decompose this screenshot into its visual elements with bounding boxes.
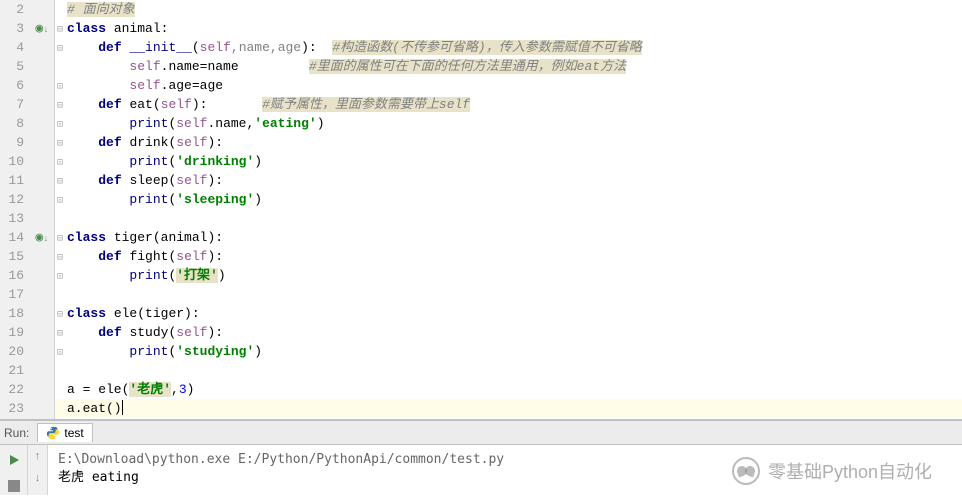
code-line[interactable]: ⊟class tiger(animal): <box>55 228 962 247</box>
code-line[interactable]: ⊟ def study(self): <box>55 323 962 342</box>
run-tab-label: test <box>64 426 83 440</box>
code-line[interactable]: ⊟class animal: <box>55 19 962 38</box>
code-line[interactable]: # 面向对象 <box>55 0 962 19</box>
code-line[interactable]: ⊟ def sleep(self): <box>55 171 962 190</box>
gutter-markers: ◉↓◉↓ <box>30 0 54 418</box>
console-command: E:\Download\python.exe E:/Python/PythonA… <box>58 451 952 469</box>
scroll-up-icon[interactable]: ↑ <box>34 451 41 465</box>
code-line[interactable]: self.name=name #里面的属性可在下面的任何方法里通用，例如eat方… <box>55 57 962 76</box>
console-output[interactable]: E:\Download\python.exe E:/Python/PythonA… <box>48 445 962 495</box>
run-label: Run: <box>4 426 29 440</box>
code-line[interactable]: ⊡ print('drinking') <box>55 152 962 171</box>
code-editor[interactable]: 234567891011121314151617181920212223 ◉↓◉… <box>0 0 962 420</box>
console-stdout: 老虎 eating <box>58 469 952 487</box>
line-numbers: 234567891011121314151617181920212223 <box>0 0 30 418</box>
code-line[interactable]: ⊟class ele(tiger): <box>55 304 962 323</box>
code-line[interactable]: ⊡ self.age=age <box>55 76 962 95</box>
code-line[interactable]: ⊡ print('打架') <box>55 266 962 285</box>
code-line[interactable]: ⊡ print(self.name,'eating') <box>55 114 962 133</box>
code-line[interactable]: ⊟ def drink(self): <box>55 133 962 152</box>
code-line[interactable] <box>55 361 962 380</box>
run-tabs: Run: test <box>0 421 962 445</box>
code-line[interactable]: a = ele('老虎',3) <box>55 380 962 399</box>
code-area[interactable]: # 面向对象⊟class animal:⊟ def __init__(self,… <box>55 0 962 419</box>
code-line[interactable] <box>55 285 962 304</box>
code-line[interactable]: a.eat() <box>55 399 962 418</box>
scroll-down-icon[interactable]: ↓ <box>34 473 41 487</box>
gutter: 234567891011121314151617181920212223 ◉↓◉… <box>0 0 55 419</box>
code-line[interactable] <box>55 209 962 228</box>
code-line[interactable]: ⊡ print('studying') <box>55 342 962 361</box>
stop-button[interactable] <box>5 477 23 495</box>
run-tab-test[interactable]: test <box>37 423 92 442</box>
python-icon <box>46 426 60 440</box>
run-panel: Run: test ↑ ↓ E:\Download\python.exe E:/… <box>0 420 962 495</box>
run-toolbar <box>0 445 28 495</box>
code-line[interactable]: ⊟ def __init__(self,name,age): #构造函数(不传参… <box>55 38 962 57</box>
rerun-button[interactable] <box>5 451 23 469</box>
arrow-column: ↑ ↓ <box>28 445 48 495</box>
code-line[interactable]: ⊡ print('sleeping') <box>55 190 962 209</box>
code-line[interactable]: ⊟ def eat(self): #赋予属性，里面参数需要带上self <box>55 95 962 114</box>
code-line[interactable]: ⊟ def fight(self): <box>55 247 962 266</box>
